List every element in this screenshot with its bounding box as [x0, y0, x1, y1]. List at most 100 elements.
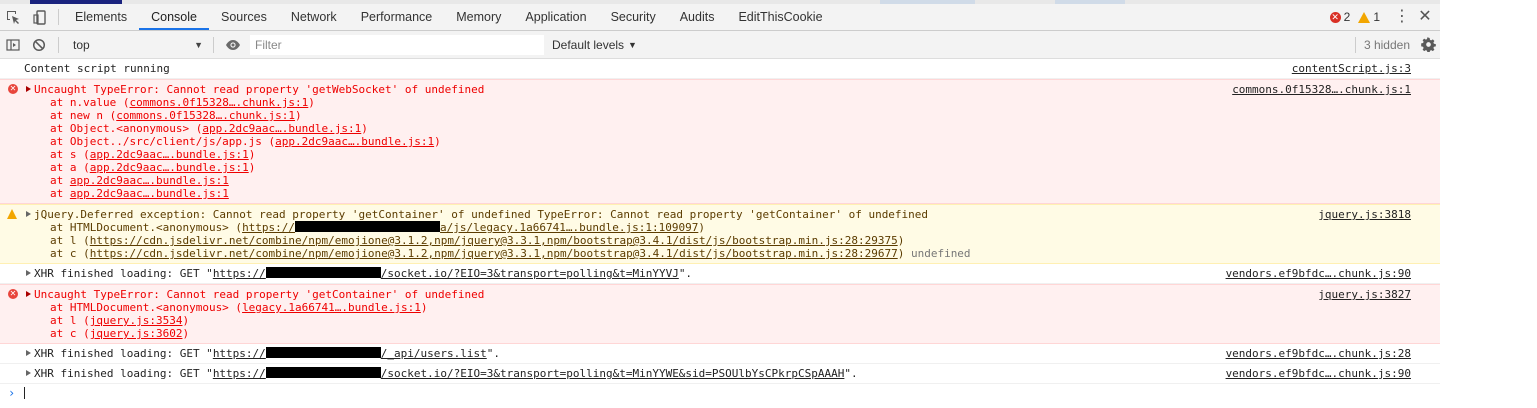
- stack-link[interactable]: https://: [213, 347, 266, 360]
- tab-network[interactable]: Network: [279, 4, 349, 30]
- message-text: ): [897, 247, 911, 260]
- stack-link[interactable]: https://cdn.jsdelivr.net/combine/npm/emo…: [90, 247, 898, 260]
- console-message[interactable]: ✕ Uncaught TypeError: Cannot read propert…: [0, 79, 1440, 204]
- tab-performance[interactable]: Performance: [349, 4, 445, 30]
- message-text: ): [248, 148, 256, 161]
- clear-console-icon[interactable]: [26, 32, 52, 58]
- source-link[interactable]: vendors.ef9bfdc….chunk.js:90: [1226, 367, 1411, 380]
- message-text: ): [434, 135, 441, 148]
- stack-link[interactable]: commons.0f15328….chunk.js:1: [116, 109, 295, 122]
- expand-triangle-icon[interactable]: [26, 211, 31, 217]
- source-link[interactable]: vendors.ef9bfdc….chunk.js:90: [1226, 267, 1411, 280]
- stack-link[interactable]: /socket.io/?EIO=3&transport=polling&t=Mi…: [381, 367, 845, 380]
- message-text: at c (: [50, 247, 90, 260]
- context-selector[interactable]: top ▼: [73, 35, 207, 55]
- console-messages: Content script running contentScript.js:3…: [0, 59, 1440, 408]
- message-text: at HTMLDocument.<anonymous> (: [50, 221, 243, 234]
- chevron-down-icon: ▼: [194, 39, 203, 50]
- tab-audits[interactable]: Audits: [668, 4, 727, 30]
- tab-elements[interactable]: Elements: [63, 4, 139, 30]
- message-text: ): [361, 122, 368, 135]
- console-message[interactable]: XHR finished loading: GET "https:// /sock…: [0, 364, 1440, 384]
- chevron-down-icon: ▼: [628, 39, 637, 50]
- filter-input[interactable]: [250, 34, 544, 55]
- stack-link[interactable]: jquery.js:3534: [90, 314, 183, 327]
- stack-link[interactable]: /_api/users.list: [381, 347, 487, 360]
- device-toolbar-icon[interactable]: [26, 4, 52, 30]
- expand-triangle-icon[interactable]: [26, 370, 31, 376]
- expand-triangle-icon[interactable]: [26, 270, 31, 276]
- hidden-count: 3 hidden: [1354, 36, 1410, 53]
- stack-link[interactable]: a/js/legacy.1a66741….bundle.js:1:109097: [440, 221, 698, 234]
- show-sidebar-icon[interactable]: [0, 32, 26, 58]
- message-text: ".: [678, 267, 693, 280]
- close-icon[interactable]: ✕: [1412, 4, 1438, 30]
- error-icon: ✕: [8, 84, 18, 94]
- stack-link[interactable]: https://cdn.jsdelivr.net/combine/npm/emo…: [90, 234, 898, 247]
- message-text: ".: [844, 367, 858, 380]
- source-link[interactable]: commons.0f15328….chunk.js:1: [1232, 83, 1411, 96]
- console-message[interactable]: ✕ Uncaught TypeError: Cannot read propert…: [0, 284, 1440, 344]
- message-text: at l (: [50, 314, 90, 327]
- message-text: ): [182, 327, 190, 340]
- context-value: top: [73, 37, 90, 52]
- message-text: XHR finished loading: GET ": [34, 267, 213, 280]
- tab-console[interactable]: Console: [139, 4, 209, 30]
- log-levels-dropdown[interactable]: Default levels ▼: [552, 38, 637, 52]
- source-link[interactable]: jquery.js:3818: [1318, 208, 1411, 221]
- stack-link[interactable]: /socket.io/?EIO=3&transport=polling&t=Mi…: [381, 267, 679, 280]
- message-text: at l (: [50, 234, 90, 247]
- console-toolbar: top ▼ Default levels ▼ 3 hidden: [0, 31, 1440, 59]
- message-text: at new n (: [50, 109, 117, 122]
- tab-security[interactable]: Security: [599, 4, 668, 30]
- stack-link[interactable]: https://: [242, 221, 295, 234]
- stack-link[interactable]: app.2dc9aac….bundle.js:1: [202, 122, 361, 135]
- source-link[interactable]: contentScript.js:3: [1292, 62, 1411, 75]
- stack-link[interactable]: app.2dc9aac….bundle.js:1: [70, 187, 229, 200]
- error-count-icon[interactable]: ✕: [1329, 11, 1341, 23]
- stack-link[interactable]: app.2dc9aac….bundle.js:1: [90, 148, 249, 161]
- inspect-element-icon[interactable]: [0, 4, 26, 30]
- customize-menu-icon[interactable]: ⋮: [1392, 4, 1412, 30]
- tab-sources[interactable]: Sources: [209, 4, 279, 30]
- eye-icon[interactable]: [220, 32, 246, 58]
- message-text: ): [698, 221, 705, 234]
- stack-link[interactable]: app.2dc9aac….bundle.js:1: [70, 174, 229, 187]
- tab-editthiscookie[interactable]: EditThisCookie: [726, 4, 834, 30]
- warning-count[interactable]: 1: [1373, 10, 1380, 24]
- stack-frame: at HTMLDocument.<anonymous> (legacy.1a66…: [0, 301, 1440, 314]
- tab-application[interactable]: Application: [513, 4, 598, 30]
- expand-triangle-icon[interactable]: [26, 350, 31, 356]
- stack-link[interactable]: app.2dc9aac….bundle.js:1: [90, 161, 249, 174]
- stack-frame: at c (https://cdn.jsdelivr.net/combine/n…: [0, 247, 1440, 260]
- warning-count-icon[interactable]: [1358, 11, 1371, 23]
- expand-triangle-icon[interactable]: [26, 86, 31, 92]
- stack-frame: at Object../src/client/js/app.js (app.2d…: [0, 135, 1440, 148]
- gear-icon[interactable]: [1416, 37, 1440, 52]
- stack-link[interactable]: legacy.1a66741….bundle.js:1: [242, 301, 421, 314]
- console-message[interactable]: jQuery.Deferred exception: Cannot read p…: [0, 204, 1440, 264]
- stack-link[interactable]: commons.0f15328….chunk.js:1: [129, 96, 308, 109]
- message-text: Uncaught TypeError: Cannot read property…: [34, 83, 485, 96]
- expand-triangle-icon[interactable]: [26, 291, 31, 297]
- devtools-tabs: Elements Console Sources Network Performance…: [63, 4, 835, 30]
- stack-link[interactable]: https://: [213, 267, 266, 280]
- message-text: at a (: [50, 161, 90, 174]
- stack-link[interactable]: https://: [213, 367, 266, 380]
- log-levels-label: Default levels: [552, 37, 625, 52]
- error-count[interactable]: 2: [1344, 10, 1351, 24]
- stack-frame: at Object.<anonymous> (app.2dc9aac….bund…: [0, 122, 1440, 135]
- console-message[interactable]: XHR finished loading: GET "https:// /_api…: [0, 344, 1440, 364]
- source-link[interactable]: jquery.js:3827: [1318, 288, 1411, 301]
- stack-frame: at l (jquery.js:3534): [0, 314, 1440, 327]
- console-message[interactable]: Content script running contentScript.js:3: [0, 59, 1440, 79]
- source-link[interactable]: vendors.ef9bfdc….chunk.js:28: [1226, 347, 1411, 360]
- stack-link[interactable]: app.2dc9aac….bundle.js:1: [275, 135, 434, 148]
- message-text: at n.value (: [50, 96, 130, 109]
- message-text: at c (: [50, 327, 90, 340]
- console-message[interactable]: XHR finished loading: GET "https:// /sock…: [0, 264, 1440, 284]
- tab-memory[interactable]: Memory: [444, 4, 513, 30]
- console-prompt[interactable]: ›: [0, 384, 1440, 402]
- message-text: at HTMLDocument.<anonymous> (: [50, 301, 243, 314]
- stack-link[interactable]: jquery.js:3602: [90, 327, 183, 340]
